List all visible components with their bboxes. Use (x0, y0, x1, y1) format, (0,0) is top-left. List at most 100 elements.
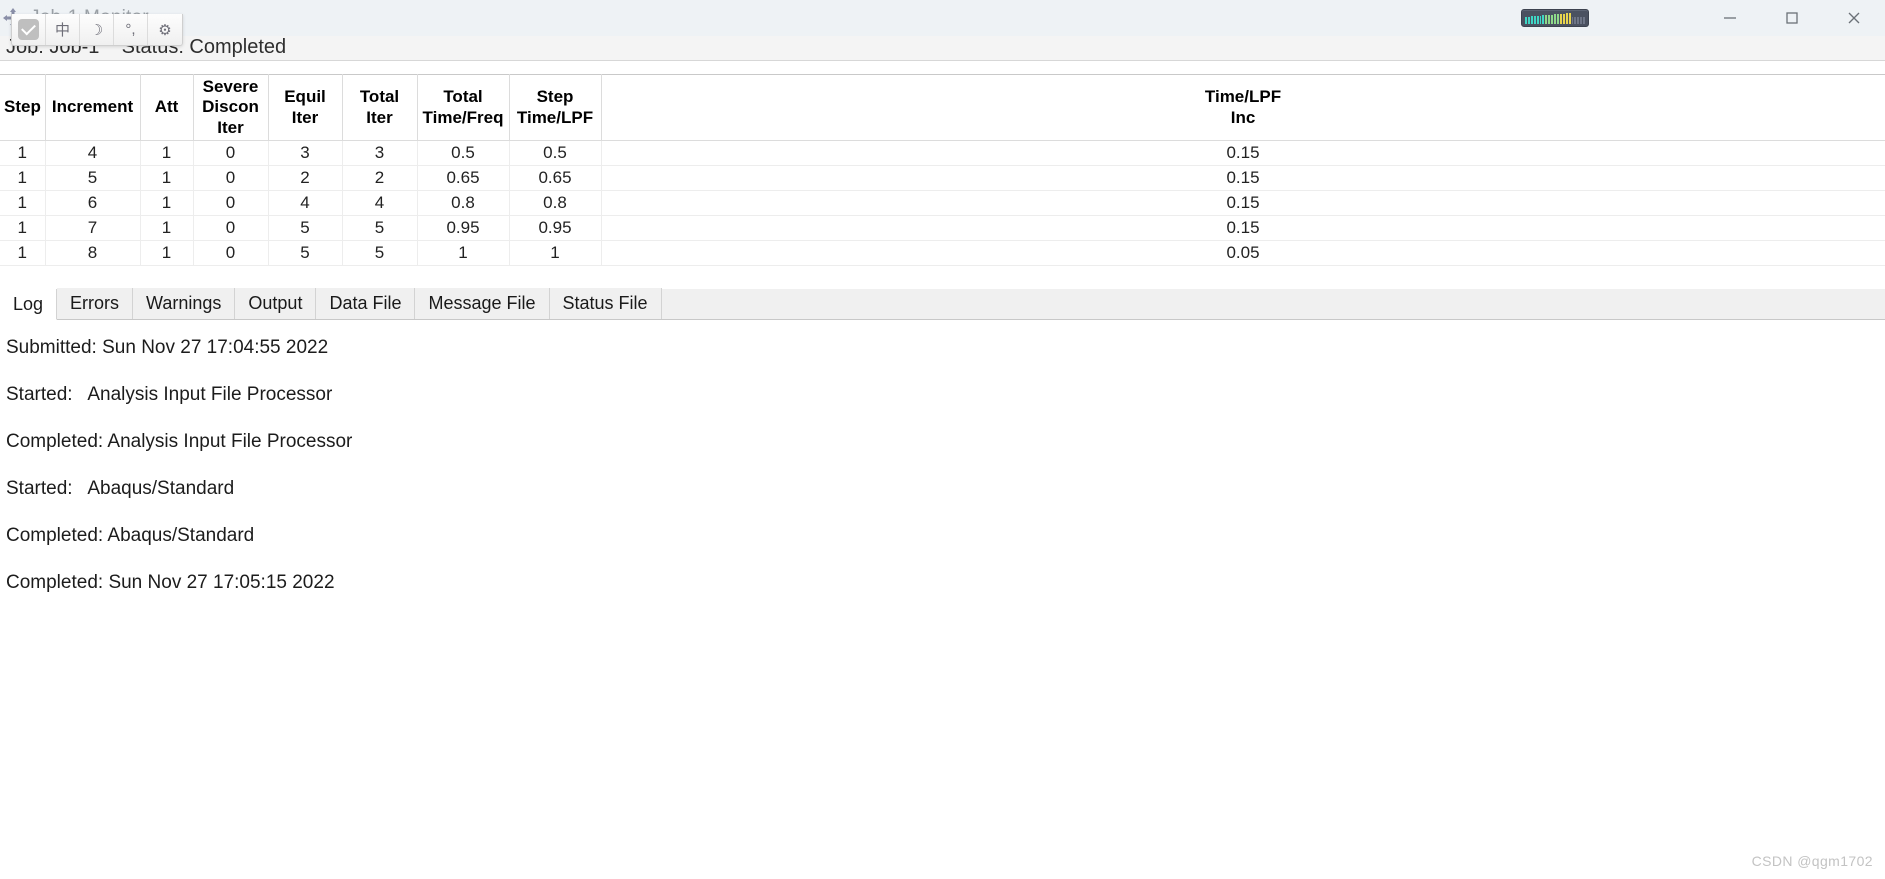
log-line: Submitted: Sun Nov 27 17:04:55 2022 (6, 337, 329, 358)
table-cell: 0.65 (508, 165, 602, 191)
meter-bar (1568, 13, 1571, 24)
meter-bar (1571, 17, 1574, 24)
table-cell: 1 (0, 240, 46, 266)
table-cell: 0.95 (416, 215, 510, 241)
table-column-header[interactable]: Time/LPF Inc (600, 74, 1885, 141)
meter-bar (1545, 15, 1548, 24)
chinese-mode-icon[interactable]: 中 (46, 14, 80, 45)
tab-bar[interactable]: Log Errors Warnings Output Data File Message … (0, 288, 1885, 320)
network-meter-widget[interactable] (1521, 9, 1589, 27)
table-cell: 1 (508, 240, 602, 266)
table-cell: 0.15 (600, 215, 1885, 241)
table-cell: 0 (192, 240, 269, 266)
log-pane[interactable]: Submitted: Sun Nov 27 17:04:55 2022 Start… (0, 320, 1885, 879)
meter-bar (1554, 14, 1556, 24)
table-cell: 0 (192, 190, 269, 216)
tab-status-file[interactable]: Status File (549, 288, 662, 319)
table-cell: 5 (267, 240, 343, 266)
table-cell: 4 (267, 190, 343, 216)
table-cell: 0.8 (416, 190, 510, 216)
log-line: Completed: Abaqus/Standard (6, 525, 255, 546)
meter-bar (1551, 15, 1554, 24)
log-line: Completed: Analysis Input File Processor (6, 431, 353, 452)
tab-data-file[interactable]: Data File (316, 288, 416, 319)
tab-log[interactable]: Log (0, 289, 58, 320)
table-header-row: Step Increment Att Severe Discon Iter Equil Ite… (0, 74, 1885, 141)
table-row[interactable]: 1 7 1 0 5 5 0.95 0.95 0.15 (0, 215, 1885, 241)
table-cell: 0.8 (508, 190, 602, 216)
title-bar[interactable]: Job-1 Monitor (0, 0, 1885, 36)
table-column-header[interactable]: Total Iter (341, 74, 418, 141)
table-cell: 1 (0, 165, 46, 191)
table-cell: 0.5 (508, 140, 602, 166)
meter-bar (1542, 15, 1545, 24)
meter-bar (1556, 14, 1559, 24)
meter-bar (1574, 17, 1577, 24)
table-cell: 1 (139, 140, 194, 166)
table-cell: 0 (192, 165, 269, 191)
meter-bar (1533, 16, 1536, 24)
table-cell: 1 (139, 190, 194, 216)
table-column-header[interactable]: Increment (44, 74, 141, 141)
table-column-header[interactable]: Step Time/LPF (508, 74, 602, 141)
table-cell: 0 (192, 140, 269, 166)
table-column-header[interactable]: Equil Iter (267, 74, 343, 141)
table-cell: 1 (139, 165, 194, 191)
minimize-button[interactable] (1699, 0, 1761, 36)
table-cell: 0.15 (600, 165, 1885, 191)
log-line: Started: Abaqus/Standard (6, 478, 235, 499)
table-body: 1 4 1 0 3 3 0.5 0.5 0.15 1 5 1 0 2 2 0.65 0.65 0.15 1 6 1 0 4 4… (0, 140, 1885, 266)
meter-bar (1527, 17, 1530, 24)
table-column-header[interactable]: Total Time/Freq (416, 74, 510, 141)
tab-output[interactable]: Output (235, 288, 317, 319)
table-cell: 1 (0, 140, 46, 166)
table-column-header[interactable]: Step (0, 74, 46, 141)
meter-bar (1536, 16, 1539, 24)
table-cell: 2 (341, 165, 418, 191)
table-cell: 2 (267, 165, 343, 191)
tab-warnings[interactable]: Warnings (133, 288, 236, 319)
ime-toolbar[interactable]: 中 ☽ °, ⚙ (11, 14, 183, 46)
table-cell: 1 (0, 215, 46, 241)
close-button[interactable] (1823, 0, 1885, 36)
maximize-button[interactable] (1761, 0, 1823, 36)
table-cell: 3 (341, 140, 418, 166)
meter-bar (1583, 17, 1586, 24)
table-cell: 5 (267, 215, 343, 241)
table-cell: 5 (44, 165, 141, 191)
ime-logo-icon[interactable] (12, 14, 46, 45)
meter-bar (1539, 16, 1542, 24)
table-cell: 4 (341, 190, 418, 216)
table-cell: 0.15 (600, 190, 1885, 216)
tab-message-file[interactable]: Message File (415, 288, 550, 319)
meter-bar (1565, 13, 1568, 24)
table-row[interactable]: 1 4 1 0 3 3 0.5 0.5 0.15 (0, 140, 1885, 166)
table-cell: 1 (139, 240, 194, 266)
table-cell: 0.5 (416, 140, 510, 166)
tab-errors[interactable]: Errors (57, 288, 134, 319)
table-column-header[interactable]: Severe Discon Iter (192, 74, 269, 141)
table-row[interactable]: 1 8 1 0 5 5 1 1 0.05 (0, 240, 1885, 266)
meter-bar (1548, 15, 1551, 24)
table-cell: 1 (139, 215, 194, 241)
meter-bar (1577, 17, 1580, 24)
table-cell: 6 (44, 190, 141, 216)
meter-bar (1580, 17, 1583, 24)
table-cell: 3 (267, 140, 343, 166)
table-cell: 0.05 (600, 240, 1885, 266)
table-row[interactable]: 1 6 1 0 4 4 0.8 0.8 0.15 (0, 190, 1885, 216)
job-status-strip: Job: Job-1 Status: Completed (0, 36, 1885, 61)
punctuation-icon[interactable]: °, (114, 14, 148, 45)
increment-table: Step Increment Att Severe Discon Iter Equil Ite… (0, 74, 1885, 266)
table-row[interactable]: 1 5 1 0 2 2 0.65 0.65 0.15 (0, 165, 1885, 191)
moon-icon[interactable]: ☽ (80, 14, 114, 45)
table-cell: 5 (341, 240, 418, 266)
table-cell: 0.65 (416, 165, 510, 191)
table-cell: 5 (341, 215, 418, 241)
table-column-header[interactable]: Att (139, 74, 194, 141)
gear-icon[interactable]: ⚙ (148, 14, 182, 45)
meter-bar (1530, 16, 1533, 24)
meter-bar (1525, 17, 1527, 24)
watermark: CSDN @qgm1702 (1751, 853, 1873, 869)
meter-bar (1562, 14, 1565, 24)
